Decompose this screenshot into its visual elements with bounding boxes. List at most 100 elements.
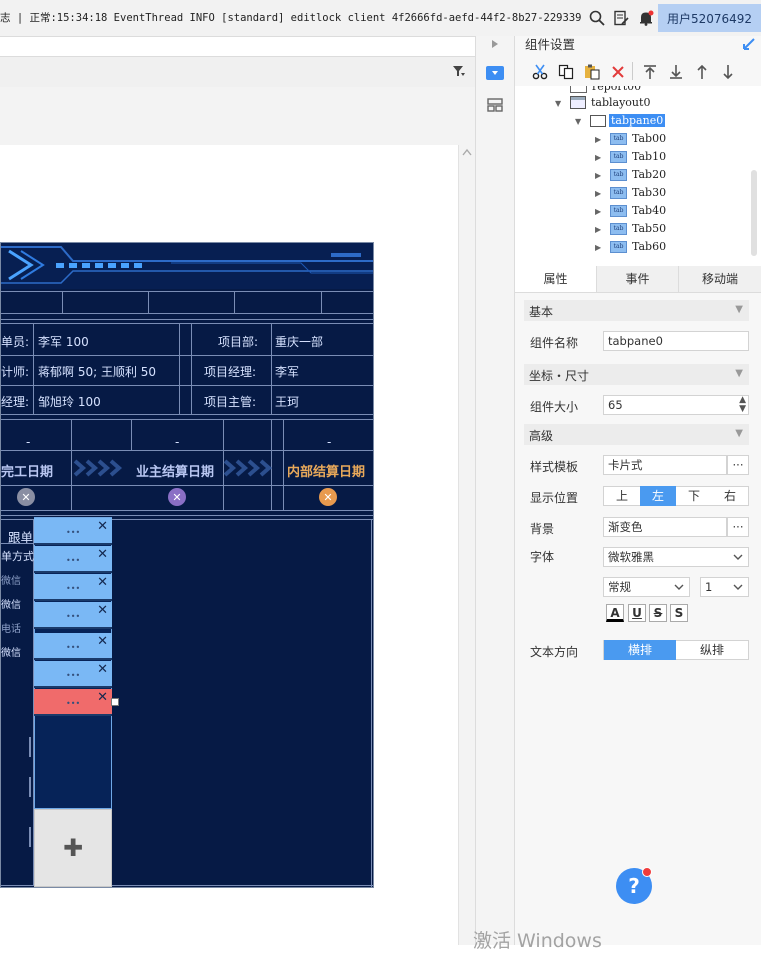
completion-date-header: 完工日期: [1, 465, 54, 480]
add-tab-button[interactable]: ✚: [34, 809, 112, 887]
collapsed-triangle-icon[interactable]: ▶: [595, 153, 601, 162]
tree-node-tab[interactable]: tab Tab60: [610, 240, 666, 253]
shadow-button[interactable]: S: [670, 604, 688, 622]
more-options-button[interactable]: ···: [727, 517, 749, 537]
font-size-select[interactable]: 1: [700, 577, 749, 597]
direction-vertical-option[interactable]: 纵排: [676, 640, 748, 660]
panel-title: 组件设置: [525, 37, 576, 52]
collapsed-triangle-icon[interactable]: ▶: [595, 225, 601, 234]
section-coord-size[interactable]: 坐标・尺寸 ▼: [524, 364, 749, 385]
tree-node-tab[interactable]: tab Tab40: [610, 204, 666, 217]
info-value: 王珂: [275, 395, 300, 409]
close-icon[interactable]: ✕: [97, 519, 108, 534]
font-style-select[interactable]: 常规: [603, 577, 690, 597]
vertical-scrollbar[interactable]: [458, 145, 476, 945]
resize-handle[interactable]: [111, 698, 119, 706]
bell-icon[interactable]: [636, 8, 656, 28]
tab-item[interactable]: ••• ✕: [34, 574, 112, 601]
side-icon-rail: [475, 36, 515, 945]
notification-dot: [642, 867, 652, 877]
tab-item[interactable]: ••• ✕: [34, 518, 112, 545]
tab-item[interactable]: ••• ✕: [34, 633, 112, 660]
dashboard-banner: [1, 243, 373, 289]
component-name-label: 组件名称: [530, 336, 579, 350]
position-left-option[interactable]: 左: [640, 486, 676, 506]
background-field[interactable]: 渐变色: [603, 517, 727, 537]
info-label: 项目主管:: [204, 395, 257, 409]
direction-horizontal-option[interactable]: 横排: [604, 640, 676, 660]
move-top-icon[interactable]: [640, 62, 660, 82]
more-options-button[interactable]: ···: [727, 455, 749, 475]
stepper-icon[interactable]: ▲ ▼: [739, 396, 746, 414]
tree-node-tab[interactable]: tab Tab10: [610, 150, 666, 163]
underline-button[interactable]: U: [628, 604, 646, 622]
tab-dots: •••: [66, 671, 81, 680]
tab-properties[interactable]: 属性: [515, 266, 597, 292]
tree-node-tabpane-selected[interactable]: tabpane0: [590, 114, 666, 127]
close-icon[interactable]: ✕: [97, 547, 108, 562]
move-bottom-icon[interactable]: [666, 62, 686, 82]
expanded-triangle-icon[interactable]: ▼: [575, 117, 581, 126]
tab-item[interactable]: ••• ✕: [34, 546, 112, 573]
filter-icon[interactable]: [452, 64, 466, 81]
info-value: 李军 100: [38, 335, 89, 349]
delete-icon[interactable]: [608, 62, 628, 82]
close-icon[interactable]: ✕: [97, 603, 108, 618]
search-icon[interactable]: [587, 8, 607, 28]
style-template-field[interactable]: 卡片式: [603, 455, 727, 475]
tree-node-tab[interactable]: tab Tab20: [610, 168, 666, 181]
tab-events[interactable]: 事件: [597, 266, 679, 292]
collapsed-triangle-icon[interactable]: ▶: [595, 207, 601, 216]
close-icon[interactable]: ✕: [97, 662, 108, 677]
move-up-icon[interactable]: [692, 62, 712, 82]
cut-icon[interactable]: [530, 62, 550, 82]
layout-icon[interactable]: [487, 98, 503, 112]
tab-item-selected[interactable]: ••• ✕: [34, 689, 112, 716]
user-account-button[interactable]: 用户52076492: [658, 4, 761, 32]
close-icon[interactable]: ✕: [97, 690, 108, 705]
tree-node-tab[interactable]: tab Tab30: [610, 186, 666, 199]
section-basic[interactable]: 基本 ▼: [524, 300, 749, 321]
position-right-option[interactable]: 右: [712, 486, 748, 506]
component-name-input[interactable]: tabpane0: [603, 331, 749, 351]
font-color-button[interactable]: A: [606, 604, 624, 622]
tree-node-tab[interactable]: tab Tab50: [610, 222, 666, 235]
collapse-right-icon[interactable]: [491, 39, 499, 49]
close-icon[interactable]: ✕: [97, 575, 108, 590]
collapsed-triangle-icon[interactable]: ▶: [595, 135, 601, 144]
component-settings-icon[interactable]: [486, 66, 504, 80]
info-value: 李军: [275, 365, 300, 379]
background-label: 背景: [530, 522, 555, 536]
list-item: 微信: [1, 600, 21, 611]
collapsed-triangle-icon[interactable]: ▶: [595, 243, 601, 252]
component-size-input[interactable]: 65 ▲ ▼: [603, 395, 749, 415]
copy-icon[interactable]: [556, 62, 576, 82]
close-icon[interactable]: ✕: [97, 634, 108, 649]
font-family-select[interactable]: 微软雅黑: [603, 547, 749, 567]
move-down-icon[interactable]: [718, 62, 738, 82]
tab-mobile[interactable]: 移动端: [679, 266, 761, 292]
tab-item[interactable]: ••• ✕: [34, 602, 112, 629]
chevron-down-icon: ▼: [735, 368, 743, 379]
collapsed-triangle-icon[interactable]: ▶: [595, 189, 601, 198]
position-bottom-option[interactable]: 下: [676, 486, 712, 506]
tree-node-tablayout[interactable]: tablayout0: [570, 96, 650, 109]
section-advanced[interactable]: 高级 ▼: [524, 424, 749, 445]
chevron-down-icon: [674, 584, 684, 590]
strikethrough-button[interactable]: S: [649, 604, 667, 622]
collapsed-triangle-icon[interactable]: ▶: [595, 171, 601, 180]
expand-panel-icon[interactable]: [742, 37, 756, 51]
position-top-option[interactable]: 上: [604, 486, 640, 506]
dash-mark: -: [327, 435, 332, 449]
expanded-triangle-icon[interactable]: ▼: [555, 99, 561, 108]
tree-node-report[interactable]: report00: [570, 86, 641, 93]
edit-doc-icon[interactable]: [611, 8, 631, 28]
tree-node-tab[interactable]: tab Tab00: [610, 132, 666, 145]
tab-item[interactable]: ••• ✕: [34, 661, 112, 688]
paste-icon[interactable]: [582, 62, 602, 82]
tab-dots: •••: [66, 528, 81, 537]
dashboard-preview[interactable]: 单员: 李军 100 项目部: 重庆一部 计师: 蒋郁啊 50; 王顺利 50 …: [0, 242, 374, 888]
property-tabs: 属性 事件 移动端: [515, 266, 761, 293]
info-label: 经理:: [1, 395, 30, 409]
tree-scrollbar[interactable]: [751, 170, 757, 256]
